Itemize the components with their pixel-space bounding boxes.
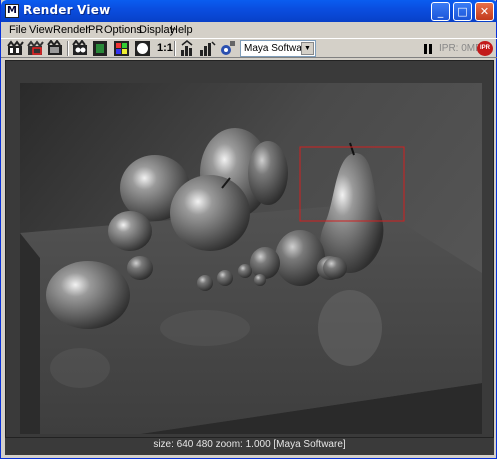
ipr-render-icon[interactable]: [72, 40, 90, 57]
render-info-status: size: 640 480 zoom: 1.000 [Maya Software…: [5, 438, 494, 455]
render-region-icon[interactable]: [27, 40, 45, 57]
display-rgb-icon[interactable]: [113, 40, 131, 57]
toolbar-separator: [67, 41, 69, 56]
menu-options[interactable]: Options: [104, 24, 142, 36]
maximize-button[interactable]: □: [453, 2, 472, 21]
pause-ipr-icon[interactable]: [424, 44, 432, 54]
maya-app-icon: M: [5, 4, 19, 18]
menu-view[interactable]: View: [29, 24, 53, 36]
menu-bar: File View Render IPR Options Display Hel…: [1, 22, 497, 38]
title-bar[interactable]: M Render View _ □ ✕: [1, 0, 497, 22]
snapshot-icon[interactable]: [47, 40, 65, 57]
close-button[interactable]: ✕: [475, 2, 494, 21]
renderer-dropdown[interactable]: Maya Software ▼: [240, 40, 316, 57]
render-view-window: M Render View _ □ ✕ File View Render IPR…: [0, 0, 497, 459]
ipr-badge-icon[interactable]: IPR: [477, 41, 493, 56]
menu-file[interactable]: File: [9, 24, 27, 36]
menu-render[interactable]: Render: [53, 24, 89, 36]
ipr-region-icon[interactable]: [92, 40, 110, 57]
window-title: Render View: [23, 3, 111, 17]
render-viewport[interactable]: [5, 60, 494, 438]
menu-help[interactable]: Help: [170, 24, 193, 36]
chevron-down-icon[interactable]: ▼: [301, 42, 314, 55]
toolbar-separator: [174, 41, 176, 56]
render-globals-icon[interactable]: [219, 40, 237, 57]
real-size-button[interactable]: 1:1: [157, 42, 173, 54]
remove-image-icon[interactable]: [198, 40, 216, 57]
minimize-button[interactable]: _: [431, 2, 450, 21]
redo-render-icon[interactable]: [7, 40, 25, 57]
toolbar: 1:1 Maya Software ▼ IPR: 0MB IPR: [1, 38, 497, 58]
menu-ipr[interactable]: IPR: [85, 24, 103, 36]
ipr-memory-status: IPR: 0MB: [439, 43, 482, 54]
rendered-image: [20, 83, 482, 434]
display-alpha-icon[interactable]: [134, 40, 152, 57]
keep-image-icon[interactable]: [179, 40, 197, 57]
